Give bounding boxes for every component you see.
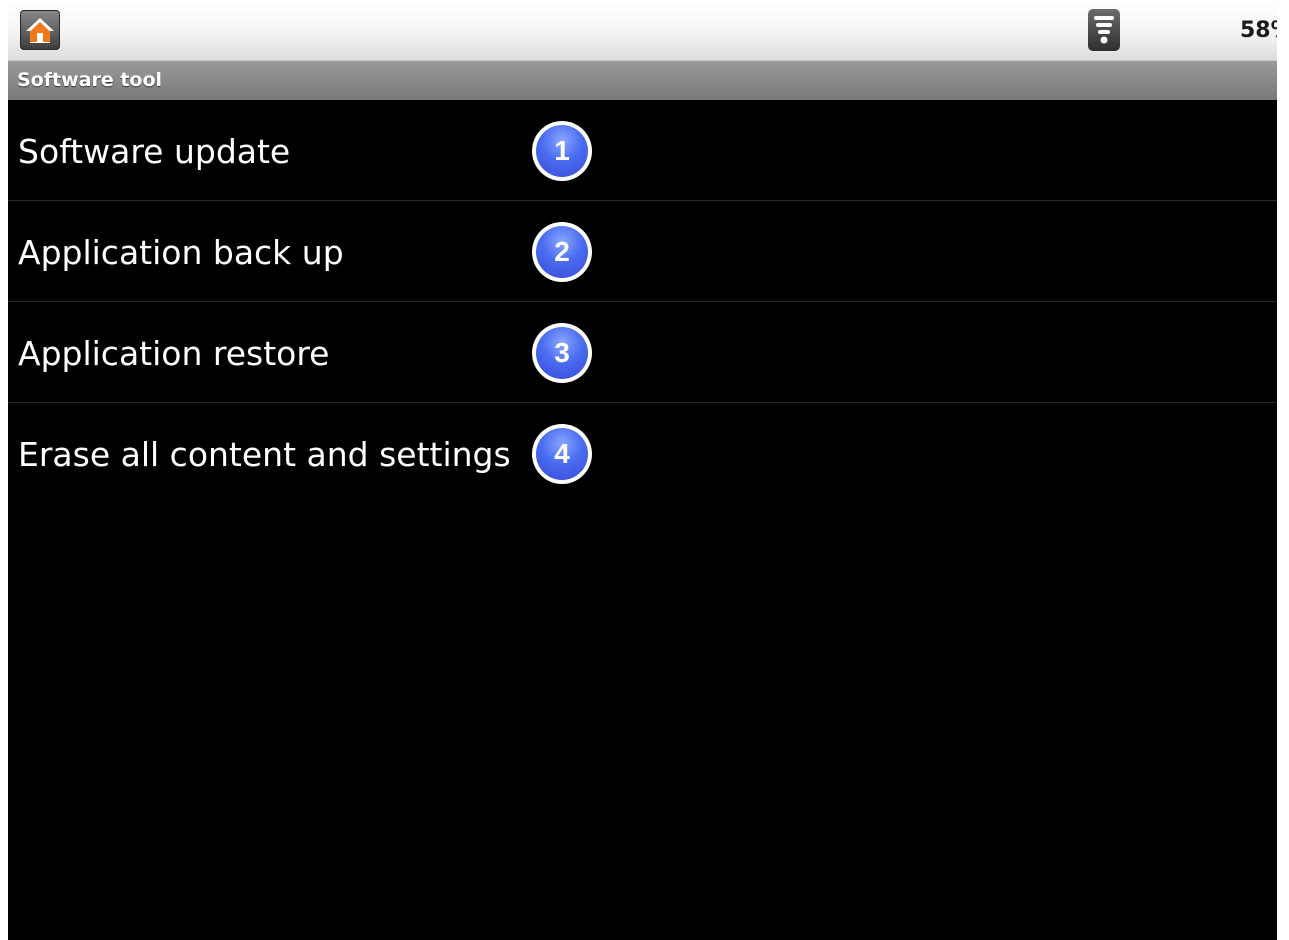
title-bar: Software tool [8,60,1277,100]
battery-level: 58% [1240,18,1277,43]
menu-item-software-update[interactable]: Software update 1 [8,100,1277,201]
badge-number: 1 [536,125,588,177]
badge-number: 3 [536,327,588,379]
menu-item-label: Application back up [18,233,344,272]
menu-item-label: Software update [18,132,291,171]
menu-item-label: Application restore [18,334,330,373]
status-bar: 58% [8,0,1277,60]
menu-item-erase-all[interactable]: Erase all content and settings 4 [8,403,1277,504]
menu-item-application-restore[interactable]: Application restore 3 [8,302,1277,403]
menu-list: Software update 1 Application back up 2 … [8,100,1277,504]
home-icon[interactable] [20,10,60,50]
number-badge-icon: 1 [532,121,592,181]
menu-item-application-backup[interactable]: Application back up 2 [8,201,1277,302]
badge-number: 2 [536,226,588,278]
menu-item-label: Erase all content and settings [18,435,511,474]
badge-number: 4 [536,428,588,480]
number-badge-icon: 3 [532,323,592,383]
wifi-icon [1088,9,1120,51]
number-badge-icon: 4 [532,424,592,484]
page-title: Software tool [17,69,163,91]
screen: 58% Software tool Software update 1 Appl… [8,0,1277,940]
number-badge-icon: 2 [532,222,592,282]
